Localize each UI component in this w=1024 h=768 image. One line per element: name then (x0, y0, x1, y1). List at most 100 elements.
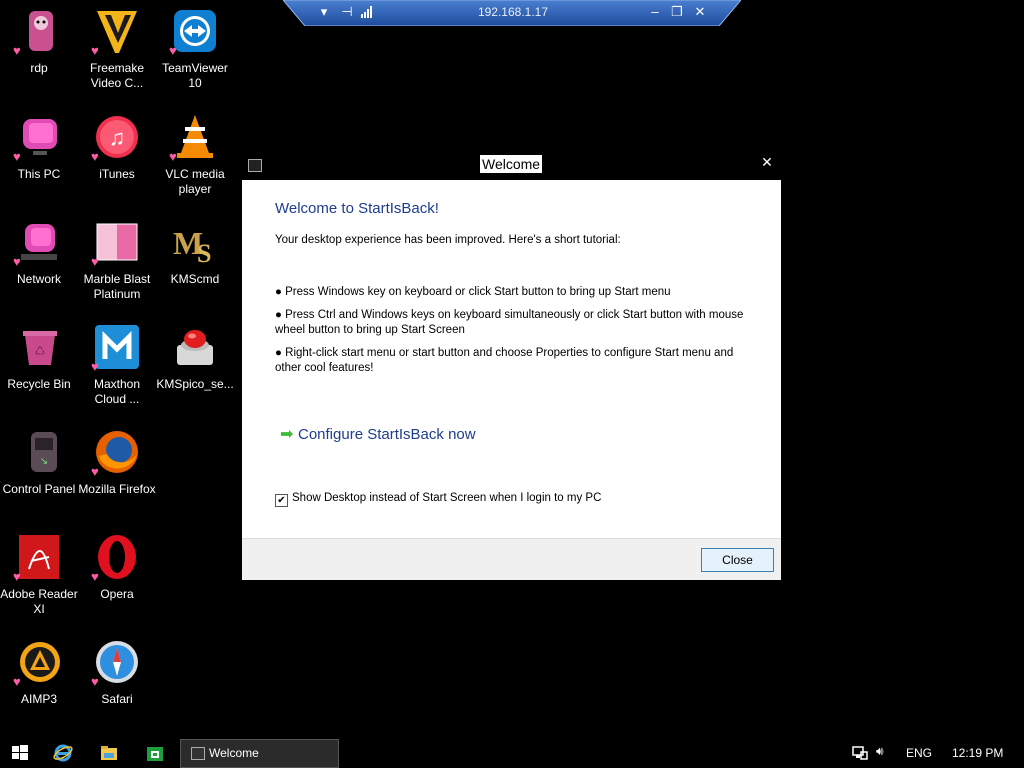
desktop-icon-label: Opera (100, 587, 134, 601)
app-window-icon (248, 159, 262, 172)
taskbar: Welcome 🔊︎ ENG 12:19 PM (0, 738, 1024, 768)
desktop-icon-teamviewer[interactable]: ♥ TeamViewer 10 (156, 7, 234, 91)
desktop-icon-aimp[interactable]: ♥ AIMP3 (0, 638, 78, 707)
maxthon-icon: ♥ (91, 323, 141, 374)
svg-text:↘: ↘ (40, 456, 48, 467)
heart-badge-icon: ♥ (13, 149, 21, 164)
signal-icon (358, 3, 376, 21)
show-desktop-label[interactable]: Show Desktop instead of Start Screen whe… (292, 492, 601, 504)
language-indicator[interactable]: ENG (906, 746, 932, 760)
marble-blast-icon: ♥ (91, 218, 141, 269)
desktop-icon-itunes[interactable]: ♫ ♥ iTunes (78, 113, 156, 182)
desktop-icon-label: VLC media player (165, 167, 225, 196)
configure-link-text: Configure StartIsBack now (298, 426, 476, 443)
heart-badge-icon: ♥ (91, 149, 99, 164)
desktop-icon-label: KMScmd (170, 272, 220, 286)
internet-explorer-icon[interactable] (53, 743, 73, 763)
start-button[interactable] (10, 743, 30, 763)
heart-badge-icon: ♥ (91, 359, 99, 374)
desktop-icon-recycle-bin[interactable]: ♺ Recycle Bin (0, 323, 78, 392)
desktop-icon-label: Adobe Reader XI (0, 587, 78, 616)
adobe-reader-icon: ♥ (13, 533, 63, 584)
heart-badge-icon: ♥ (13, 674, 21, 689)
itunes-icon: ♫ ♥ (91, 113, 141, 164)
heart-badge-icon: ♥ (13, 43, 21, 58)
show-desktop-checkbox[interactable]: ✔ (275, 494, 288, 507)
desktop-icon-freemake[interactable]: ♥ Freemake Video C... (78, 7, 156, 91)
store-icon[interactable] (145, 743, 165, 763)
heart-badge-icon: ♥ (91, 674, 99, 689)
dialog-titlebar[interactable]: Welcome ✕ (241, 150, 782, 180)
dialog-body: Welcome to StartIsBack! Your desktop exp… (242, 180, 781, 538)
connection-title: 192.168.1.17 (477, 5, 549, 19)
desktop-icon-adobe-reader[interactable]: ♥ Adobe Reader XI (0, 533, 78, 617)
windows-logo-icon (12, 745, 28, 760)
freemake-icon: ♥ (91, 7, 141, 57)
chevron-down-icon[interactable]: ▾ (315, 3, 333, 21)
desktop-icon-this-pc[interactable]: ♥ This PC (0, 113, 78, 182)
clock[interactable]: 12:19 PM (952, 746, 1003, 760)
desktop-icon-label: This PC (17, 167, 61, 181)
dialog-close-icon[interactable]: ✕ (758, 153, 776, 171)
network-icon: ♥ (13, 218, 63, 269)
desktop-icon-label: Maxthon Cloud ... (93, 377, 141, 406)
restore-icon[interactable]: ❐ (668, 3, 686, 21)
close-button[interactable]: Close (701, 548, 774, 572)
desktop-icon-label: iTunes (99, 167, 135, 181)
app-window-icon (191, 747, 205, 760)
desktop-icon-opera[interactable]: ♥ Opera (78, 533, 156, 602)
welcome-dialog: Welcome ✕ Welcome to StartIsBack! Your d… (241, 150, 782, 580)
desktop-icon-label: rdp (30, 61, 48, 75)
kmspico-icon (171, 323, 219, 371)
close-icon[interactable]: ✕ (691, 3, 709, 21)
desktop-icon-label: Marble Blast Platinum (83, 272, 151, 301)
svg-text:♫: ♫ (109, 125, 126, 150)
heart-badge-icon: ♥ (13, 569, 21, 584)
heart-badge-icon: ♥ (91, 569, 99, 584)
opera-icon: ♥ (91, 533, 141, 584)
green-arrow-icon: ➡ (280, 426, 294, 443)
desktop-icon-rdp[interactable]: ♥ rdp (0, 7, 78, 76)
desktop-icon-maxthon[interactable]: ♥ Maxthon Cloud ... (78, 323, 156, 407)
recycle-bin-icon: ♺ (15, 323, 63, 371)
taskbar-welcome-window[interactable]: Welcome (180, 739, 339, 768)
desktop-icon-kmspico[interactable]: KMSpico_se... (156, 323, 234, 392)
heart-badge-icon: ♥ (13, 254, 21, 269)
tutorial-bullet: ● Right-click start menu or start button… (275, 347, 734, 374)
desktop-icon-vlc[interactable]: ♥ VLC media player (156, 113, 234, 197)
desktop-icon-label: AIMP3 (20, 692, 57, 706)
desktop-icon-label: Recycle Bin (7, 377, 71, 391)
aimp-icon: ♥ (13, 638, 63, 689)
vlc-icon: ♥ (169, 113, 219, 163)
desktop-icon-network[interactable]: ♥ Network (0, 218, 78, 287)
heart-badge-icon: ♥ (91, 254, 99, 269)
dialog-intro: Your desktop experience has been improve… (275, 234, 621, 246)
desktop-icon-label: Mozilla Firefox (78, 482, 156, 496)
rdp-icon: ♥ (13, 7, 63, 58)
desktop-icon-firefox[interactable]: ♥ Mozilla Firefox (78, 428, 156, 497)
pin-icon[interactable]: ⊣ (338, 3, 356, 21)
svg-text:S: S (197, 239, 211, 266)
safari-icon: ♥ (91, 638, 141, 689)
taskbar-window-label: Welcome (209, 746, 259, 760)
desktop-icon-label: Freemake Video C... (89, 61, 145, 90)
remote-connection-bar: ▾ ⊣ 192.168.1.17 – ❐ ✕ (283, 0, 741, 26)
tutorial-bullet: ● Press Windows key on keyboard or click… (275, 286, 671, 298)
network-tray-icon[interactable] (852, 745, 868, 764)
heart-badge-icon: ♥ (91, 464, 99, 479)
firefox-icon: ♥ (91, 428, 141, 479)
desktop-icon-kmscmd[interactable]: MS KMScmd (156, 218, 234, 287)
volume-icon[interactable]: 🔊︎ (876, 744, 884, 759)
desktop-icon-label: Safari (101, 692, 133, 706)
svg-text:♺: ♺ (35, 344, 46, 358)
dialog-footer: Close (242, 538, 781, 580)
desktop-icon-label: Control Panel (2, 482, 76, 496)
file-explorer-icon[interactable] (99, 743, 119, 763)
desktop-icon-control-panel[interactable]: ↘ Control Panel (0, 428, 78, 497)
heart-badge-icon: ♥ (169, 43, 177, 58)
configure-startisback-link[interactable]: ➡ Configure StartIsBack now (280, 424, 476, 444)
desktop-icon-safari[interactable]: ♥ Safari (78, 638, 156, 707)
desktop-icon-marble-blast[interactable]: ♥ Marble Blast Platinum (78, 218, 156, 302)
minimize-icon[interactable]: – (646, 3, 664, 21)
show-desktop-option[interactable]: ✔ Show Desktop instead of Start Screen wh… (275, 492, 601, 507)
